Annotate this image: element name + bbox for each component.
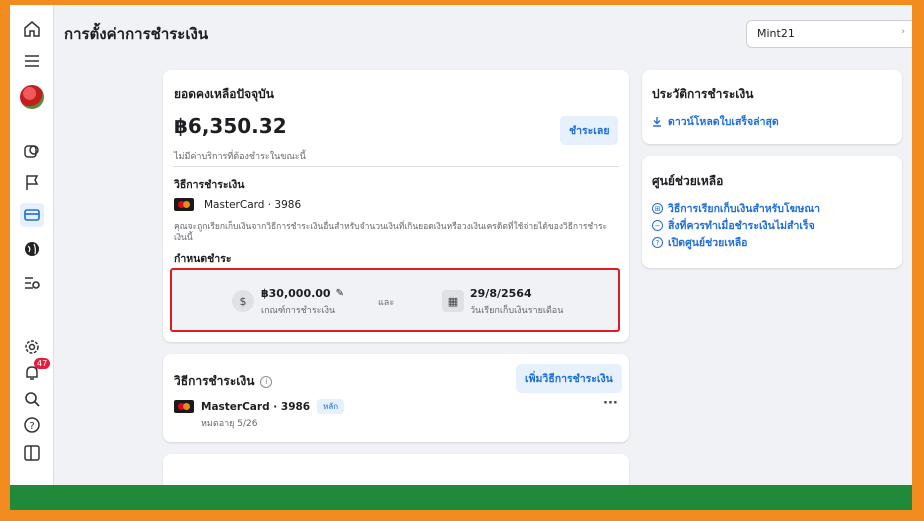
more-options-icon[interactable]: ···: [603, 396, 618, 411]
download-receipt-text: ดาวน์โหลดใบเสร็จล่าสุด: [668, 116, 779, 128]
download-receipt-link[interactable]: ดาวน์โหลดใบเสร็จล่าสุด: [652, 113, 779, 130]
chevron-right-icon: ›: [901, 27, 905, 37]
globe-icon[interactable]: [20, 237, 44, 261]
info-icon[interactable]: i: [260, 375, 273, 388]
menu-icon[interactable]: [20, 49, 44, 73]
payment-history-card: ประวัติการชำระเงิน ดาวน์โหลดใบเสร็จล่าสุ…: [642, 70, 902, 144]
bottom-green-bar: [10, 485, 912, 510]
search-icon[interactable]: [20, 387, 44, 411]
pay-now-button[interactable]: ชำระเลย: [560, 116, 619, 145]
help-center-title: ศูนย์ช่วยเหลือ: [652, 174, 724, 188]
schedule-heading: กำหนดชำระ: [174, 253, 232, 265]
minus-circle-icon: −: [652, 220, 663, 231]
app-window: 47 ? การตั้งค่าการชำระเงิน Mint21 › ยอดค…: [10, 5, 912, 485]
help-link-text: เปิดศูนย์ช่วยเหลือ: [668, 237, 748, 249]
top-bar: การตั้งค่าการชำระเงิน Mint21 ›: [54, 5, 912, 60]
history-title: ประวัติการชำระเงิน: [652, 87, 754, 101]
payment-method-row[interactable]: MasterCard · 3986 หลัก: [174, 399, 345, 414]
balance-amount: ฿6,350.32: [174, 114, 287, 138]
billing-date: 29/8/2564: [470, 287, 532, 300]
help-icon[interactable]: ?: [20, 413, 44, 437]
threshold-label: เกณฑ์การชำระเงิน: [261, 306, 336, 316]
help-link-open-center[interactable]: ? เปิดศูนย์ช่วยเหลือ: [652, 234, 748, 251]
edit-icon[interactable]: ✎: [336, 288, 344, 299]
method-description: คุณจะถูกเรียกเก็บเงินจากวิธีการชำระเงินอ…: [174, 222, 608, 243]
billing-icon[interactable]: [20, 203, 44, 227]
calendar-icon: ▦: [442, 290, 464, 312]
account-selector[interactable]: Mint21 ›: [746, 20, 912, 48]
billing-help-icon: ⊞: [652, 203, 663, 214]
payment-schedule-box: $ ฿30,000.00 ✎ เกณฑ์การชำระเงิน และ ▦ 29…: [170, 268, 620, 332]
help-center-card: ศูนย์ช่วยเหลือ ⊞ วิธีการเรียกเก็บเงินสำห…: [642, 156, 902, 268]
payment-methods-header: วิธีการชำระเงิน i: [174, 372, 273, 391]
home-icon[interactable]: [20, 17, 44, 41]
avatar[interactable]: [20, 85, 44, 109]
method-card-name: MasterCard · 3986: [204, 198, 302, 211]
card-expiry: หมดอายุ 5/26: [201, 419, 258, 429]
left-nav-rail: 47 ?: [10, 5, 54, 485]
method-row: MasterCard · 3986: [174, 198, 301, 211]
divider: [173, 166, 619, 167]
flag-icon[interactable]: [20, 171, 44, 195]
balance-note: ไม่มีค่าบริการที่ต้องชำระในขณะนี้: [174, 152, 306, 162]
settings-list-icon[interactable]: [20, 271, 44, 295]
primary-badge: หลัก: [317, 399, 345, 414]
mastercard-icon: [174, 198, 194, 211]
gear-icon[interactable]: [20, 335, 44, 359]
and-label: และ: [378, 298, 395, 308]
add-payment-method-button[interactable]: เพิ่มวิธีการชำระเงิน: [516, 364, 622, 393]
campaign-icon[interactable]: [20, 139, 44, 163]
partial-card: [163, 454, 629, 485]
account-selector-value: Mint21: [757, 27, 795, 40]
help-link-billing[interactable]: ⊞ วิธีการเรียกเก็บเงินสำหรับโฆษณา: [652, 200, 820, 217]
download-icon: [653, 117, 661, 127]
balance-title: ยอดคงเหลือปัจจุบัน: [174, 87, 274, 101]
help-link-failed-payment[interactable]: − สิ่งที่ควรทำเมื่อชำระเงินไม่สำเร็จ: [652, 217, 815, 234]
mastercard-icon: [174, 400, 194, 413]
method-heading: วิธีการชำระเงิน: [174, 179, 245, 191]
notifications-icon[interactable]: 47: [20, 358, 51, 385]
notification-count-badge: 47: [34, 358, 51, 369]
threshold-row: ฿30,000.00 ✎: [261, 287, 344, 300]
help-link-text: วิธีการเรียกเก็บเงินสำหรับโฆษณา: [668, 203, 820, 215]
svg-text:?: ?: [29, 421, 34, 432]
payment-methods-title: วิธีการชำระเงิน: [174, 374, 255, 388]
balance-card: ยอดคงเหลือปัจจุบัน ฿6,350.32 ชำระเลย ไม่…: [163, 70, 629, 342]
panel-icon[interactable]: [20, 441, 44, 465]
payment-card-name: MasterCard · 3986: [201, 400, 311, 413]
threshold-amount: ฿30,000.00: [261, 287, 331, 300]
page-title: การตั้งค่าการชำระเงิน: [64, 25, 209, 43]
question-icon: ?: [652, 237, 663, 248]
dollar-icon: $: [232, 290, 254, 312]
billing-date-label: วันเรียกเก็บเงินรายเดือน: [470, 306, 564, 316]
payment-methods-card: วิธีการชำระเงิน i เพิ่มวิธีการชำระเงิน M…: [163, 354, 629, 442]
help-link-text: สิ่งที่ควรทำเมื่อชำระเงินไม่สำเร็จ: [668, 220, 815, 232]
